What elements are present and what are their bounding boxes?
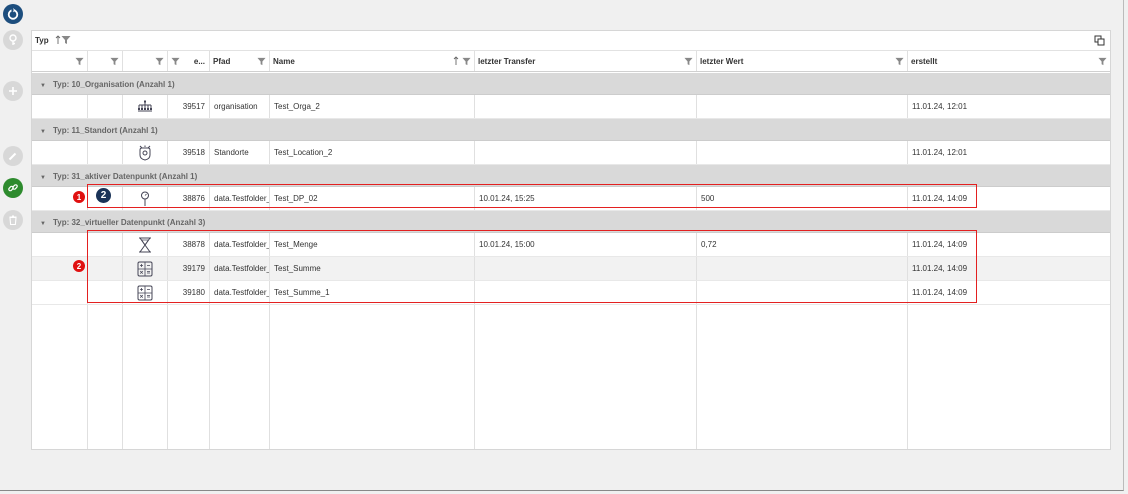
filter-icon[interactable]	[257, 57, 266, 66]
sort-ascending-icon[interactable]	[453, 56, 459, 66]
col-header-wert[interactable]: letzter Wert	[697, 51, 908, 71]
group-row[interactable]: ▼ Typ: 11_Standort (Anzahl 1)	[32, 119, 1110, 141]
add-button[interactable]	[3, 81, 23, 101]
column-divider	[122, 305, 123, 449]
col-header-name[interactable]: Name	[270, 51, 475, 71]
col-header-pfad[interactable]: Pfad	[210, 51, 270, 71]
copy-icon[interactable]	[1094, 35, 1106, 46]
filter-icon[interactable]	[895, 57, 904, 66]
link-icon	[8, 184, 18, 192]
table-row[interactable]: 39517 organisation Test_Orga_2 11.01.24,…	[32, 95, 1110, 119]
delete-button[interactable]	[3, 210, 23, 230]
filter-icon[interactable]	[684, 57, 693, 66]
col-header-transfer[interactable]: letzter Transfer	[475, 51, 697, 71]
column-divider	[167, 305, 168, 449]
group-row[interactable]: ▼ Typ: 10_Organisation (Anzahl 1)	[32, 73, 1110, 95]
column-divider	[87, 305, 88, 449]
chevron-down-icon[interactable]: ▼	[40, 221, 46, 227]
col-header-erstellt[interactable]: erstellt	[908, 51, 1110, 71]
annotation-badge-2: 2	[96, 188, 111, 203]
edit-icon	[8, 152, 17, 161]
column-divider	[907, 305, 908, 449]
annotation-badge-1: 1	[73, 191, 85, 203]
group-by-bar: Typ	[32, 31, 1110, 51]
table-row[interactable]: 39518 Standorte Test_Location_2 11.01.24…	[32, 141, 1110, 165]
filter-icon[interactable]	[171, 57, 180, 66]
column-divider	[474, 305, 475, 449]
location-icon	[139, 145, 151, 161]
edit-button[interactable]	[3, 146, 23, 166]
column-divider	[209, 305, 210, 449]
group-by-label: Typ	[35, 36, 49, 45]
col-header-1[interactable]	[32, 51, 88, 71]
col-header-id[interactable]: e...	[168, 51, 210, 71]
filter-icon[interactable]	[155, 57, 164, 66]
filter-icon[interactable]	[1098, 57, 1107, 66]
chevron-down-icon[interactable]: ▼	[40, 175, 46, 181]
filter-icon[interactable]	[75, 57, 84, 66]
column-header-row: e... Pfad Name letzter Transfer letzter …	[32, 51, 1110, 72]
filter-icon[interactable]	[462, 57, 471, 66]
chevron-down-icon[interactable]: ▼	[40, 83, 46, 89]
col-header-3[interactable]	[123, 51, 168, 71]
key-icon	[9, 34, 17, 45]
chevron-down-icon[interactable]: ▼	[40, 129, 46, 135]
link-button[interactable]	[3, 178, 23, 198]
annotation-badge-2: 2	[73, 260, 85, 272]
delete-icon	[9, 215, 17, 226]
highlight-box-virtual-datapoints	[87, 230, 977, 303]
add-icon	[9, 87, 17, 95]
col-header-2[interactable]	[88, 51, 123, 71]
refresh-icon	[7, 8, 19, 20]
org-chart-icon	[138, 100, 152, 111]
key-button[interactable]	[3, 30, 23, 50]
column-divider	[269, 305, 270, 449]
filter-icon[interactable]	[61, 35, 71, 45]
refresh-button[interactable]	[3, 4, 23, 24]
column-divider	[696, 305, 697, 449]
highlight-box-active-datapoint	[87, 184, 977, 208]
filter-icon[interactable]	[110, 57, 119, 66]
